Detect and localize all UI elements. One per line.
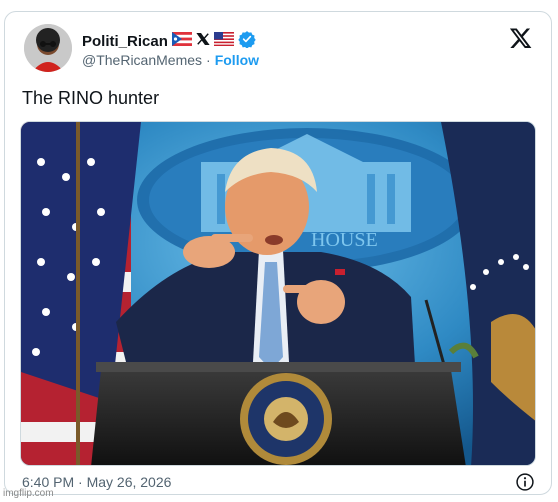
x-logo-icon[interactable] xyxy=(509,26,533,50)
separator: · xyxy=(206,52,211,68)
handle[interactable]: @TheRicanMemes xyxy=(82,52,202,68)
puerto-rico-flag-icon xyxy=(171,32,192,51)
follow-button[interactable]: Follow xyxy=(215,52,259,68)
tweet-card: Politi_Rican @TheRicanMemes · Follow The… xyxy=(4,11,552,495)
name-row: Politi_Rican xyxy=(82,30,256,53)
display-name[interactable]: Politi_Rican xyxy=(82,33,168,50)
info-icon[interactable] xyxy=(515,472,535,492)
tweet-text: The RINO hunter xyxy=(22,88,160,108)
backdrop-text: HOUSE xyxy=(311,229,378,251)
us-flag-icon xyxy=(213,32,234,51)
tweet-header: Politi_Rican @TheRicanMemes · Follow xyxy=(5,12,551,86)
tweet-photo[interactable]: HOUSE xyxy=(20,121,536,466)
avatar[interactable] xyxy=(24,24,72,72)
verified-badge-icon xyxy=(238,30,256,53)
x-letter-icon xyxy=(196,32,210,51)
watermark: imgflip.com xyxy=(3,488,54,499)
handle-row: @TheRicanMemes · Follow xyxy=(82,52,259,68)
